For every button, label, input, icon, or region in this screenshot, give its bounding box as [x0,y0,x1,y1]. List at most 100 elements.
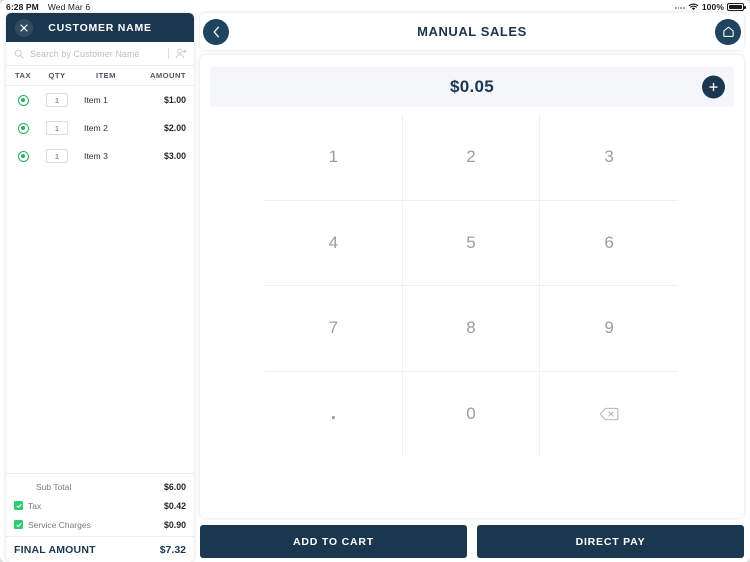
service-charges-checkbox[interactable] [14,520,23,529]
key-label: 0 [466,404,476,424]
key-9[interactable]: 9 [540,286,678,372]
main-action-bar: ADD TO CART DIRECT PAY [200,525,744,558]
backspace-icon [599,408,619,421]
key-8[interactable]: 8 [402,286,541,372]
tax-radio-icon[interactable] [17,122,29,134]
row-qty-cell[interactable]: 1 [40,149,74,163]
key-6[interactable]: 6 [540,201,678,286]
tax-label: Tax [28,500,42,511]
column-header-tax: TAX [15,71,31,80]
key-5[interactable]: 5 [402,200,541,286]
table-row[interactable]: 1 Item 3 $3.00 [6,142,194,170]
search-divider [168,48,169,59]
wifi-icon [688,3,699,10]
numeric-keypad: 1 2 3 4 5 6 7 8 9. 0 [265,115,678,457]
column-header-qty: QTY [48,71,66,80]
add-person-icon[interactable] [175,48,187,59]
main-header: MANUAL SALES [200,13,744,50]
key-label: 2 [466,147,476,167]
tax-radio-icon[interactable] [17,94,29,106]
status-time: 6:28 PM [6,1,39,12]
key-1[interactable]: 1 [265,115,403,201]
column-header-item: ITEM [96,71,116,80]
sidebar-title: CUSTOMER NAME [48,21,152,34]
amount-value: $0.05 [449,77,495,96]
subtotal-value: $6.00 [163,481,186,492]
tax-value: $0.42 [163,500,186,511]
app-content: CUSTOMER NAME TAX QTY ITEM AM [0,13,750,562]
key-label: 9 [604,318,614,338]
direct-pay-button[interactable]: DIRECT PAY [477,525,744,558]
table-row[interactable]: 1 Item 2 $2.00 [6,114,194,142]
sidebar-header: CUSTOMER NAME [6,13,194,42]
back-button[interactable] [203,18,229,45]
status-right-cluster: 100% [674,1,746,12]
key-label: 6 [604,232,614,252]
row-tax-cell[interactable] [6,150,40,162]
tax-label-group: Tax [14,501,164,511]
column-header-amount: AMOUNT [149,71,186,80]
page-title: MANUAL SALES [417,24,527,39]
key-4[interactable]: 4 [265,200,403,286]
tax-row[interactable]: Tax $0.42 [6,496,194,515]
customer-search-row[interactable] [6,42,194,66]
cart-column-headers: TAX QTY ITEM AMOUNT [6,66,194,86]
row-item-name: Item 1 [84,95,108,105]
quantity-input[interactable]: 1 [46,93,68,107]
manual-sales-panel: MANUAL SALES $0.05 1 2 3 4 5 6 7 8 9. 0 ADD TO CA… [200,13,744,562]
service-charges-row[interactable]: Service Charges $0.90 [6,515,194,534]
row-item-name: Item 2 [84,123,108,133]
key-3[interactable]: 3 [540,115,678,201]
key-decimal-label: . [330,403,336,425]
subtotal-label: Sub Total [36,481,72,492]
search-icon [14,49,24,59]
key-backspace[interactable] [540,372,678,458]
row-qty-cell[interactable]: 1 [40,93,74,107]
plus-icon [709,82,718,92]
service-label-group: Service Charges [14,520,164,530]
row-amount: $3.00 [163,151,186,161]
service-charges-label: Service Charges [28,519,91,530]
row-tax-cell[interactable] [6,122,40,134]
row-tax-cell[interactable] [6,94,40,106]
close-icon[interactable] [15,18,33,37]
keypad-card: $0.05 1 2 3 4 5 6 7 8 9. 0 [200,55,744,518]
key-label: 4 [328,232,339,252]
search-input[interactable] [30,48,166,59]
cart-totals: Sub Total $6.00 Tax $0.42 Service Charge… [6,473,194,562]
key-2[interactable]: 2 [402,115,541,201]
customer-cart-sidebar: CUSTOMER NAME TAX QTY ITEM AM [6,13,194,562]
key-label: 7 [328,318,339,338]
quantity-input[interactable]: 1 [46,121,68,135]
key-label: 8 [466,318,476,338]
add-to-cart-button[interactable]: ADD TO CART [200,525,467,558]
ios-status-bar: 6:28 PM Wed Mar 6 100% [0,0,750,13]
final-amount-row: FINAL AMOUNT $7.32 [6,536,194,562]
status-date: Wed Mar 6 [47,1,91,12]
battery-percent: 100% [701,1,724,12]
final-amount-label: FINAL AMOUNT [14,543,96,556]
amount-display-bar: $0.05 [210,67,734,107]
row-qty-cell[interactable]: 1 [40,121,74,135]
add-amount-button[interactable] [702,75,725,99]
battery-icon [727,2,746,11]
table-row[interactable]: 1 Item 1 $1.00 [6,86,194,114]
home-button[interactable] [715,18,741,45]
chevron-left-icon [213,26,219,37]
quantity-input[interactable]: 1 [46,149,68,163]
key-label: 1 [328,147,339,167]
key-decimal[interactable]: . [265,371,403,457]
key-0[interactable]: 0 [403,371,541,457]
row-amount: $1.00 [163,95,186,105]
tax-checkbox[interactable] [14,501,23,510]
final-amount-value: $7.32 [159,543,186,556]
key-7[interactable]: 7 [265,286,403,372]
key-label: 5 [466,232,476,252]
row-amount: $2.00 [163,123,186,133]
tablet-frame: 6:28 PM Wed Mar 6 100% CUSTOMER NAME Sea… [0,0,750,562]
cart-row-list: 1 Item 1 $1.00 1 Item 2 $2.00 1 Item 3 $3.00 [6,86,194,473]
tax-radio-icon[interactable] [17,150,29,162]
home-icon [722,26,734,37]
row-item-name: Item 3 [84,151,108,161]
signal-dots-icon [674,4,685,9]
